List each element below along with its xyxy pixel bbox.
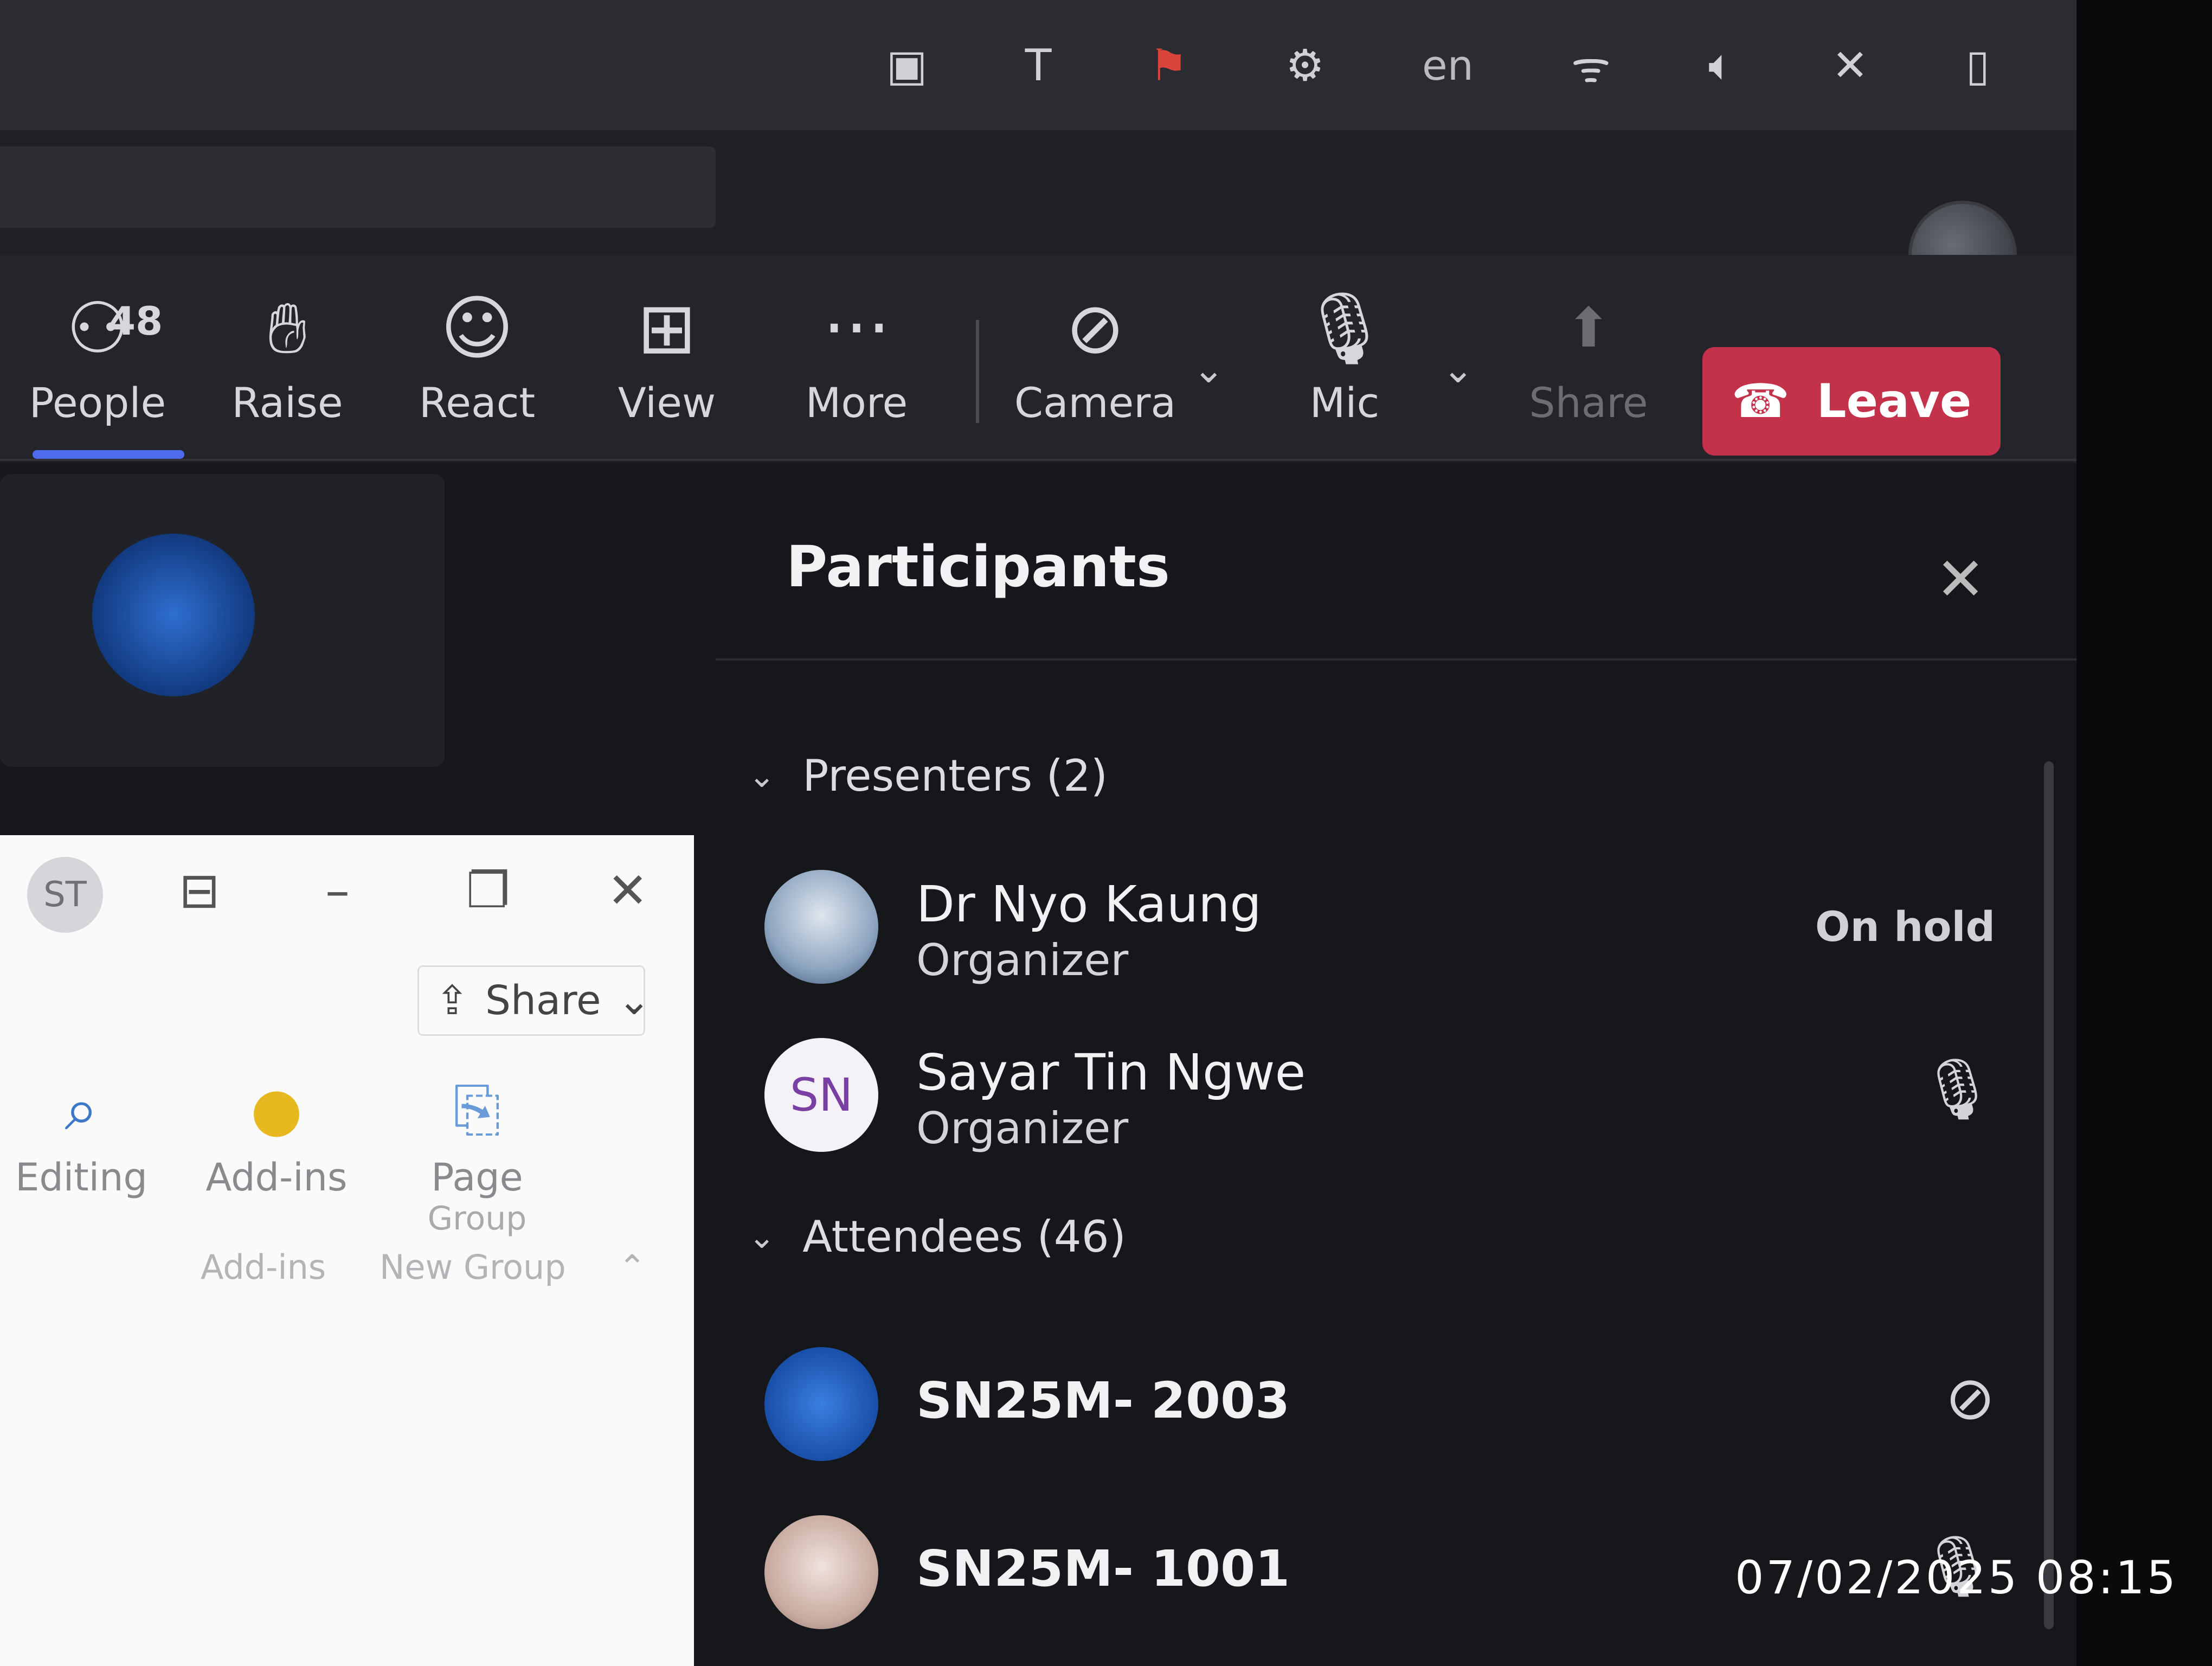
mic-options-chevron-icon[interactable]: ⌄	[1442, 347, 1474, 392]
group-label: Group	[427, 1200, 527, 1238]
participant-avatar	[764, 1347, 878, 1461]
active-indicator	[33, 450, 184, 459]
page-group-icon: ⎘	[453, 1074, 501, 1144]
panel-scrollbar[interactable]	[2044, 761, 2054, 1629]
mic-off-icon[interactable]: ✕	[1832, 40, 1868, 91]
share-label: Share	[1529, 379, 1648, 427]
close-panel-icon[interactable]: ✕	[1935, 544, 1985, 614]
editing-label: Editing	[15, 1155, 147, 1200]
phone-hangup-icon: ☎	[1731, 374, 1790, 428]
add-ins-button[interactable]: ● Add-ins	[195, 1063, 358, 1200]
editing-button[interactable]: ⌕ Editing	[11, 1063, 152, 1200]
search-icon: ⌕	[65, 1074, 98, 1144]
smiley-icon: ☺	[440, 287, 514, 369]
mic-label: Mic	[1309, 379, 1380, 427]
teams-meeting-window: ▣ T ⚑ ⚙ en ᯤ 🔈︎ ✕ ▯ ⚇ 48 People ✋︎ Raise…	[0, 0, 2076, 1666]
view-button[interactable]: ⊞ View	[580, 282, 754, 445]
participant-role: Organizer	[916, 1103, 1129, 1154]
camera-off-icon: ⊘	[1065, 287, 1125, 369]
volume-icon[interactable]: 🔈︎	[1708, 40, 1734, 91]
participant-role: Organizer	[916, 935, 1129, 985]
participant-avatar	[92, 534, 255, 696]
presenters-section-header[interactable]: ⌄ Presenters (2)	[748, 751, 1108, 801]
more-label: More	[805, 379, 908, 427]
account-avatar[interactable]: ST	[27, 857, 103, 933]
word-share-button[interactable]: ⇪ Share ⌄	[417, 965, 651, 1036]
toolbar-separator	[976, 320, 979, 423]
attendees-section-header[interactable]: ⌄ Attendees (46)	[748, 1212, 1126, 1262]
video-tile[interactable]	[0, 474, 445, 767]
meeting-toolbar: ⚇ 48 People ✋︎ Raise ☺ React ⊞ View ··· …	[0, 255, 2076, 461]
photo-timestamp: 07/02/2025 08:15	[1735, 1551, 2178, 1604]
add-ins-icon: ●	[250, 1074, 303, 1144]
raise-label: Raise	[232, 379, 343, 427]
participant-row[interactable]: Dr Nyo Kaung Organizer On hold	[764, 864, 2028, 995]
grid-icon: ⊞	[637, 287, 697, 369]
new-group-label: New Group	[380, 1247, 566, 1287]
page-group-button[interactable]: ⎘ Page Group	[396, 1063, 558, 1238]
camera-options-chevron-icon[interactable]: ⌄	[1193, 347, 1225, 392]
share-icon: ⇪	[435, 977, 470, 1024]
leave-label: Leave	[1816, 374, 1972, 428]
attendees-header: Attendees (46)	[802, 1212, 1126, 1262]
mic-off-icon: 🎙︎	[1300, 287, 1390, 369]
camera-button[interactable]: ⊘ Camera	[1008, 282, 1182, 445]
participant-name: SN25M- 2003	[916, 1372, 1290, 1430]
wifi-icon[interactable]: ᯤ	[1571, 36, 1611, 95]
people-label: People	[29, 379, 166, 427]
collapse-ribbon-icon[interactable]: ⌃	[618, 1247, 646, 1287]
participant-initials-avatar: SN	[764, 1038, 878, 1152]
gear-icon[interactable]: ⚙	[1285, 40, 1324, 91]
participant-name: Dr Nyo Kaung	[916, 875, 1262, 933]
more-icon: ···	[823, 287, 890, 369]
chevron-down-icon: ⌄	[748, 757, 776, 795]
panel-title: Participants	[786, 534, 1170, 600]
react-label: React	[419, 379, 536, 427]
people-count: 48	[108, 298, 163, 344]
raise-hand-button[interactable]: ✋︎ Raise	[201, 282, 374, 445]
participant-name: Sayar Tin Ngwe	[916, 1043, 1306, 1101]
presenters-header: Presenters (2)	[802, 751, 1108, 801]
minimize-icon[interactable]: –	[325, 862, 350, 919]
participant-name: SN25M- 1001	[916, 1540, 1290, 1598]
word-share-label: Share	[485, 977, 601, 1024]
share-button[interactable]: ⬆ Share	[1502, 282, 1675, 445]
word-window: ST ⊟ – ❐ ✕ ⇪ Share ⌄ ⌕ Editing ● Add-ins…	[0, 835, 694, 1666]
ribbon-display-icon[interactable]: ⊟	[179, 862, 220, 919]
page-label: Page	[431, 1155, 523, 1200]
react-button[interactable]: ☺ React	[390, 282, 564, 445]
share-icon: ⬆	[1566, 296, 1611, 360]
restore-icon[interactable]: ❐	[466, 862, 510, 919]
mic-off-icon: ⊘	[1945, 1363, 1995, 1433]
teams-icon[interactable]: ▣	[886, 40, 928, 91]
participant-photo-avatar	[764, 870, 878, 984]
participant-row[interactable]: SN Sayar Tin Ngwe Organizer 🎙︎	[764, 1033, 2028, 1163]
chevron-down-icon: ⌄	[748, 1218, 776, 1256]
hand-icon: ✋︎	[267, 287, 308, 369]
participants-panel: Participants ✕ ⌄ Presenters (2) Dr Nyo K…	[716, 463, 2076, 1666]
search-bar[interactable]	[0, 146, 716, 228]
close-icon[interactable]: ✕	[607, 862, 648, 919]
view-label: View	[618, 379, 716, 427]
camera-label: Camera	[1014, 379, 1176, 427]
monitor-bezel	[2076, 0, 2212, 1666]
battery-icon[interactable]: ▯	[1966, 40, 1990, 91]
flag-icon[interactable]: ⚑	[1149, 40, 1188, 91]
add-ins-group-label: Add-ins	[201, 1247, 326, 1287]
participant-photo-avatar	[764, 1515, 878, 1629]
title-bar	[0, 130, 2076, 309]
system-tray: ▣ T ⚑ ⚙ en ᯤ 🔈︎ ✕ ▯	[0, 0, 2076, 130]
participant-status: On hold	[1815, 902, 1995, 951]
people-button[interactable]: ⚇ 48 People	[11, 282, 184, 459]
more-button[interactable]: ··· More	[770, 282, 943, 445]
panel-divider	[716, 658, 2076, 661]
participant-row[interactable]: SN25M- 2003 ⊘	[764, 1342, 2028, 1472]
teams-badge-icon[interactable]: T	[1025, 40, 1052, 91]
add-ins-label: Add-ins	[205, 1155, 348, 1200]
leave-button[interactable]: ☎ Leave	[1702, 347, 2001, 456]
chevron-down-icon: ⌄	[617, 977, 651, 1024]
mic-icon: 🎙︎	[1919, 1054, 1995, 1124]
language-indicator[interactable]: en	[1422, 41, 1474, 89]
mic-button[interactable]: 🎙︎ Mic	[1258, 282, 1431, 445]
